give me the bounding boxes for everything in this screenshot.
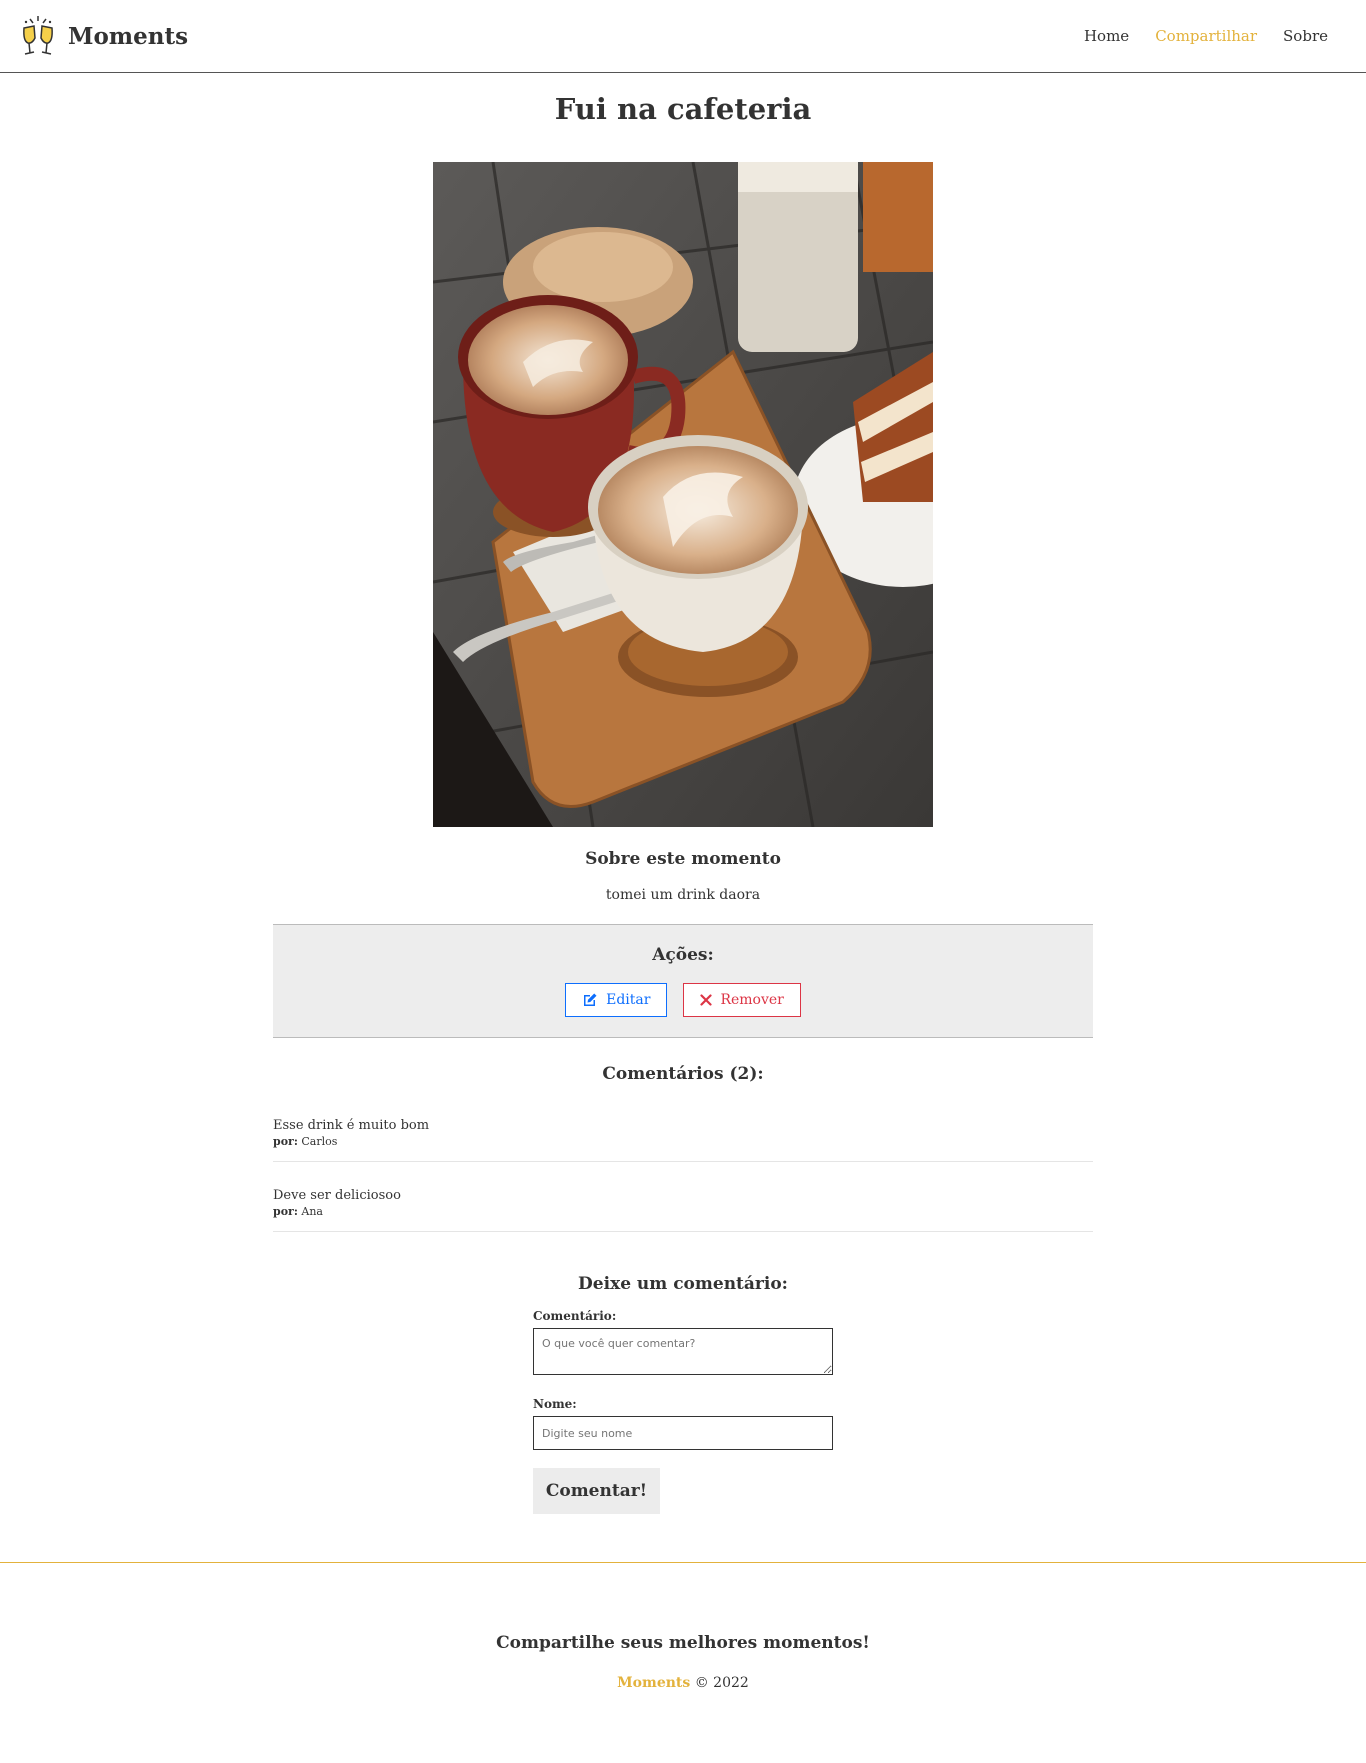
main-nav: Home Compartilhar Sobre bbox=[1084, 27, 1328, 45]
remove-button[interactable]: Remover bbox=[683, 983, 801, 1017]
footer-copyright: © 2022 bbox=[694, 1675, 749, 1691]
site-header: Moments Home Compartilhar Sobre bbox=[0, 0, 1366, 73]
moment-photo bbox=[433, 162, 933, 827]
actions-panel: Ações: Editar Remover bbox=[273, 924, 1093, 1038]
actions-buttons: Editar Remover bbox=[273, 983, 1093, 1017]
remove-button-label: Remover bbox=[720, 992, 784, 1008]
comment-item: Esse drink é muito bom por: Carlos bbox=[273, 1118, 1093, 1162]
comment-field-group: Comentário: bbox=[533, 1309, 833, 1379]
footer-brand: Moments bbox=[617, 1675, 691, 1691]
comment-author: Ana bbox=[301, 1205, 323, 1218]
comment-form-title: Deixe um comentário: bbox=[578, 1274, 788, 1294]
edit-button-label: Editar bbox=[606, 992, 651, 1008]
nav-home[interactable]: Home bbox=[1084, 27, 1129, 45]
comment-author-line: por: Ana bbox=[273, 1205, 1093, 1218]
actions-title: Ações: bbox=[652, 945, 714, 965]
comment-author: Carlos bbox=[301, 1135, 338, 1148]
comment-author-line: por: Carlos bbox=[273, 1135, 1093, 1148]
comment-list: Esse drink é muito bom por: Carlos Deve … bbox=[273, 1118, 1093, 1232]
moment-title: Fui na cafeteria bbox=[554, 92, 812, 126]
name-field-label: Nome: bbox=[533, 1397, 577, 1411]
name-field-group: Nome: bbox=[533, 1397, 833, 1450]
site-footer: Compartilhe seus melhores momentos! Mome… bbox=[0, 1562, 1366, 1691]
nav-sobre[interactable]: Sobre bbox=[1283, 27, 1328, 45]
submit-comment-button[interactable]: Comentar! bbox=[533, 1468, 660, 1514]
comment-textarea[interactable] bbox=[533, 1328, 833, 1375]
moment-description: tomei um drink daora bbox=[605, 887, 761, 903]
footer-copyright-line: Moments © 2022 bbox=[0, 1675, 1366, 1691]
about-title: Sobre este momento bbox=[585, 849, 781, 869]
edit-icon bbox=[584, 993, 597, 1006]
champagne-toast-icon bbox=[23, 16, 53, 55]
comment-text: Deve ser deliciosoo bbox=[273, 1188, 401, 1203]
edit-button[interactable]: Editar bbox=[565, 983, 668, 1017]
comments-title: Comentários (2): bbox=[602, 1064, 764, 1084]
comment-item: Deve ser deliciosoo por: Ana bbox=[273, 1188, 1093, 1232]
moment-page: Fui na cafeteria Sobre este momento tome… bbox=[273, 91, 1093, 1514]
comment-text: Esse drink é muito bom bbox=[273, 1118, 430, 1133]
brand[interactable]: Moments bbox=[18, 14, 188, 58]
comment-field-label: Comentário: bbox=[533, 1309, 617, 1323]
comment-by-label: por: bbox=[273, 1135, 298, 1148]
nav-compartilhar[interactable]: Compartilhar bbox=[1155, 27, 1257, 45]
close-icon bbox=[700, 994, 713, 1006]
comment-by-label: por: bbox=[273, 1205, 298, 1218]
name-input[interactable] bbox=[533, 1416, 833, 1450]
footer-tagline: Compartilhe seus melhores momentos! bbox=[496, 1633, 870, 1653]
brand-name: Moments bbox=[68, 22, 189, 50]
comment-form: Comentário: Nome: Comentar! bbox=[533, 1309, 833, 1514]
